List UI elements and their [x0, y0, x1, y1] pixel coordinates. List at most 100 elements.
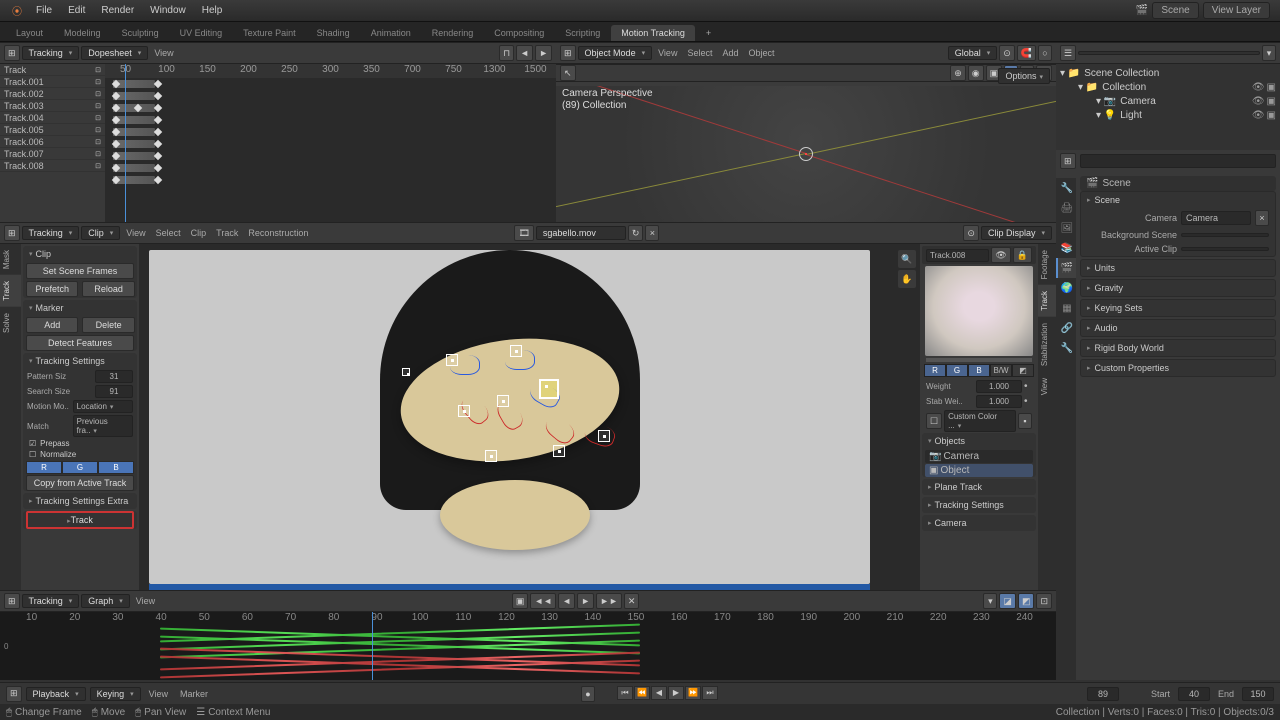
toggle-a-icon[interactable]: ◪: [999, 593, 1016, 609]
end-frame-field[interactable]: 150: [1242, 687, 1274, 701]
track-row[interactable]: Track.003⊡: [0, 100, 105, 112]
clear-icon[interactable]: ✕: [624, 593, 640, 609]
clip-rtab-view[interactable]: View: [1038, 372, 1056, 401]
clip-recon-menu[interactable]: Reconstruction: [244, 228, 312, 238]
bg-scene-field[interactable]: [1181, 233, 1269, 237]
g-button[interactable]: G: [946, 364, 968, 377]
cursor-tool-icon[interactable]: ↖: [560, 65, 576, 81]
props-tab-8[interactable]: 🔧: [1056, 338, 1076, 358]
props-tab-1[interactable]: 🖨: [1056, 198, 1076, 218]
workspace-tab-uv-editing[interactable]: UV Editing: [170, 25, 233, 41]
menu-help[interactable]: Help: [194, 2, 231, 19]
jump-start-icon[interactable]: ⏮: [617, 686, 633, 700]
menu-file[interactable]: File: [28, 2, 60, 19]
track-slider[interactable]: [926, 358, 1032, 362]
jump-next-icon[interactable]: ►: [577, 593, 594, 609]
pivot-icon[interactable]: ⊙: [999, 45, 1015, 61]
props-tab-2[interactable]: 🖼: [1056, 218, 1076, 238]
overlay-icon[interactable]: ◉: [968, 65, 984, 81]
objects-section[interactable]: Objects: [922, 433, 1036, 449]
workspace-tab-animation[interactable]: Animation: [361, 25, 421, 41]
graph-playhead[interactable]: [372, 612, 373, 680]
clip-filename[interactable]: sgabello.mov: [536, 226, 626, 240]
editor-type-icon[interactable]: ⊞: [6, 686, 22, 702]
arrow-right-icon[interactable]: ►: [535, 45, 552, 61]
clip-tab-solve[interactable]: Solve: [0, 307, 21, 339]
properties-search[interactable]: [1080, 154, 1276, 168]
graph-view-menu[interactable]: View: [132, 596, 159, 606]
clip-submode[interactable]: Clip: [81, 226, 120, 240]
menu-render[interactable]: Render: [93, 2, 142, 19]
active-clip-field[interactable]: [1181, 247, 1269, 251]
marker-section[interactable]: Marker: [23, 300, 137, 316]
track-section[interactable]: Track: [26, 511, 134, 529]
track-marker[interactable]: [402, 368, 410, 376]
autokey-icon[interactable]: ●: [581, 686, 595, 702]
dopesheet-mode[interactable]: Tracking: [22, 46, 80, 60]
r-button[interactable]: R: [924, 364, 946, 377]
track-signature[interactable]: [510, 345, 522, 357]
file-icon[interactable]: 🎞: [514, 225, 533, 241]
viewlayer-selector[interactable]: View Layer: [1203, 2, 1270, 19]
track-row[interactable]: Track.001⊡: [0, 76, 105, 88]
clip-rtab-track[interactable]: Track: [1038, 285, 1056, 317]
clip-display[interactable]: Clip Display: [981, 226, 1052, 240]
x-icon[interactable]: ×: [645, 225, 659, 241]
dopesheet-submode[interactable]: Dopesheet: [81, 46, 148, 60]
proportional-icon[interactable]: ○: [1038, 45, 1052, 61]
reload-icon[interactable]: ↻: [628, 225, 644, 241]
track-row[interactable]: Track.002⊡: [0, 88, 105, 100]
toggle-b-icon[interactable]: ◩: [1018, 593, 1035, 609]
play-icon[interactable]: ▶: [668, 686, 684, 700]
tracking-extra-section[interactable]: Tracking Settings Extra: [23, 493, 137, 509]
menu-window[interactable]: Window: [142, 2, 194, 19]
plane-track-section[interactable]: Plane Track: [922, 479, 1036, 495]
clip-mode[interactable]: Tracking: [22, 226, 80, 240]
track-marker-active[interactable]: [540, 380, 558, 398]
normalize-checkbox[interactable]: Normalize: [23, 449, 137, 460]
zoom-icon[interactable]: 🔍: [898, 250, 916, 268]
camera-section-r[interactable]: Camera: [922, 515, 1036, 531]
clip-track-menu[interactable]: Track: [212, 228, 242, 238]
track-row[interactable]: Track.007⊡: [0, 148, 105, 160]
selection-icon[interactable]: ▣: [512, 593, 529, 609]
color-swatch[interactable]: ▪: [1018, 413, 1032, 429]
delete-marker-button[interactable]: Delete: [82, 317, 134, 333]
editor-type-icon[interactable]: ⊞: [4, 593, 20, 609]
track-marker[interactable]: [497, 395, 509, 407]
current-frame-field[interactable]: 89: [1087, 687, 1119, 701]
reload-button[interactable]: Reload: [82, 281, 134, 297]
menu-edit[interactable]: Edit: [60, 2, 93, 19]
track-marker[interactable]: [458, 405, 470, 417]
vp-object-menu[interactable]: Object: [744, 48, 778, 58]
jump-prev-icon[interactable]: ◄: [558, 593, 575, 609]
props-section-units[interactable]: Units: [1081, 260, 1275, 276]
vp-view-menu[interactable]: View: [654, 48, 681, 58]
props-tab-5[interactable]: 🌍: [1056, 278, 1076, 298]
camera-object[interactable]: Camera: [943, 451, 979, 462]
props-section-gravity[interactable]: Gravity: [1081, 280, 1275, 296]
prefetch-button[interactable]: Prefetch: [26, 281, 78, 297]
workspace-tab-+[interactable]: +: [696, 25, 721, 41]
set-scene-frames-button[interactable]: Set Scene Frames: [26, 263, 134, 279]
object-item[interactable]: Object: [940, 465, 969, 476]
graph-canvas[interactable]: 0 10203040506070809010011012013014015016…: [0, 612, 1056, 680]
props-section-rigid-body-world[interactable]: Rigid Body World: [1081, 340, 1275, 356]
track-row[interactable]: Track.004⊡: [0, 112, 105, 124]
props-tab-3[interactable]: 📚: [1056, 238, 1076, 258]
dopesheet-view-menu[interactable]: View: [150, 48, 177, 58]
track-marker[interactable]: [598, 430, 610, 442]
props-section-audio[interactable]: Audio: [1081, 320, 1275, 336]
editor-type-icon[interactable]: ⊞: [560, 45, 576, 61]
outliner-item[interactable]: ▾ 💡Light👁▣: [1060, 108, 1276, 122]
track-marker[interactable]: [446, 354, 458, 366]
workspace-tab-shading[interactable]: Shading: [307, 25, 360, 41]
orientation-selector[interactable]: Global: [948, 46, 998, 60]
outliner-root[interactable]: ▾ 📁 Scene Collection: [1060, 66, 1276, 80]
workspace-tab-texture-paint[interactable]: Texture Paint: [233, 25, 306, 41]
track-marker[interactable]: [553, 445, 565, 457]
playback-menu[interactable]: Playback: [26, 687, 86, 701]
timeline-marker-menu[interactable]: Marker: [176, 689, 212, 699]
snap-icon[interactable]: ⊓: [499, 45, 514, 61]
outliner-search[interactable]: [1078, 51, 1260, 55]
